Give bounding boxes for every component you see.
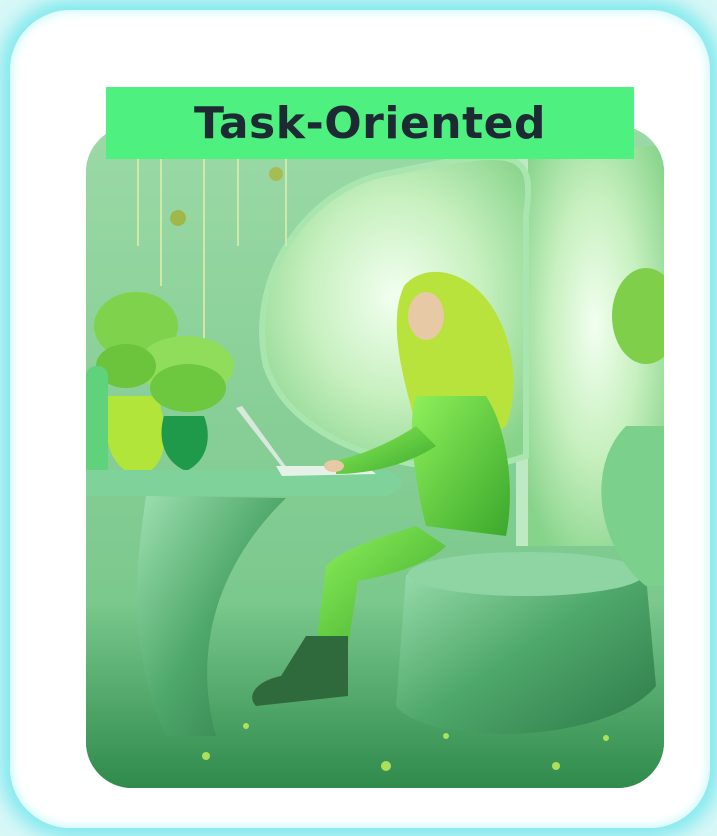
hero-image [86, 126, 664, 788]
woman-at-laptop-illustration [86, 126, 664, 788]
task-oriented-badge: Task-Oriented [106, 87, 634, 159]
badge-title: Task-Oriented [194, 97, 546, 149]
